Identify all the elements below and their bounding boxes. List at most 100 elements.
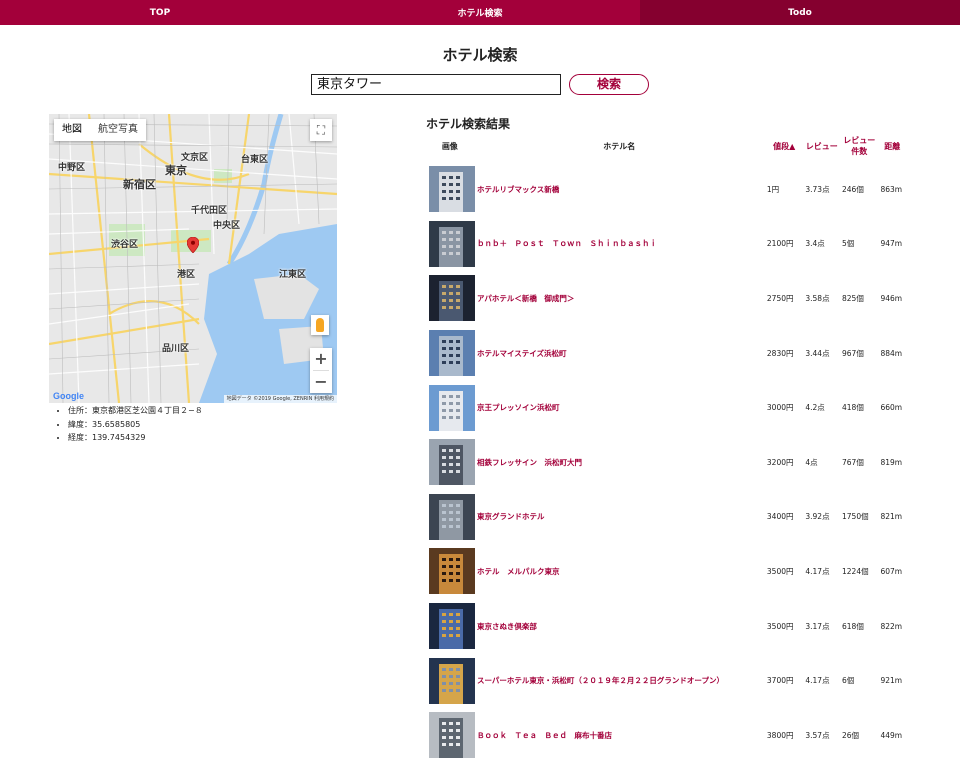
- hotel-name-link[interactable]: ｂｎｂ＋ Ｐｏｓｔ Ｔｏｗｎ Ｓｈｉｎｂａｓｈｉ: [475, 238, 765, 249]
- table-row: スーパーホテル東京・浜松町（２０１９年２月２２日グランドオープン） 3700円 4.…: [426, 653, 906, 708]
- table-header: 画像 ホテル名 値段▲ レビュー レビュー 件数 距離: [426, 130, 906, 162]
- hotel-review-count: 1224個: [842, 566, 869, 576]
- fullscreen-icon[interactable]: ⛶: [310, 119, 332, 141]
- hotel-name-link[interactable]: アパホテル＜新橋 御成門＞: [475, 293, 765, 304]
- hotel-name-cell: 京王プレッソイン浜松町: [475, 402, 765, 413]
- hotel-thumbnail[interactable]: [429, 166, 475, 213]
- hotel-review: 4.17点: [805, 676, 830, 686]
- map-label: 千代田区: [191, 206, 228, 216]
- hotel-name-cell: ホテルマイステイズ浜松町: [475, 348, 765, 359]
- hotel-thumbnail-cell: [426, 275, 475, 322]
- header-image: 画像: [441, 141, 458, 151]
- hotel-name-link[interactable]: 東京グランドホテル: [475, 511, 765, 522]
- hotel-thumbnail[interactable]: [429, 330, 475, 377]
- map-pin-icon[interactable]: [187, 237, 199, 253]
- hotel-review: 4点: [805, 457, 818, 467]
- zoom-out-button[interactable]: −: [310, 371, 332, 393]
- hotel-thumbnail[interactable]: [429, 548, 475, 595]
- results-table: 画像 ホテル名 値段▲ レビュー レビュー 件数 距離 ホテルリブマックス新橋 1…: [426, 130, 906, 763]
- hotel-review: 3.58点: [805, 293, 830, 303]
- hotel-thumbnail[interactable]: [429, 220, 475, 267]
- map-label: 渋谷区: [111, 240, 139, 250]
- top-navigation: TOP ホテル検索 Todo: [0, 0, 960, 25]
- hotel-name-link[interactable]: 京王プレッソイン浜松町: [475, 402, 765, 413]
- hotel-distance: 819m: [880, 457, 903, 467]
- map-label: 中央区: [213, 221, 241, 231]
- zoom-control: + −: [310, 348, 332, 393]
- map-label: 港区: [177, 270, 196, 280]
- google-logo: Google: [53, 391, 84, 401]
- hotel-thumbnail[interactable]: [429, 712, 475, 759]
- map-label: 江東区: [279, 270, 307, 280]
- nav-hotel-search[interactable]: ホテル検索: [320, 0, 640, 25]
- hotel-review-count: 5個: [842, 239, 855, 249]
- hotel-price: 1円: [766, 184, 780, 194]
- hotel-review-count: 26個: [842, 730, 860, 740]
- hotel-price: 3200円: [766, 457, 794, 467]
- hotel-review-count: 6個: [842, 676, 855, 686]
- hotel-name-cell: ｂｎｂ＋ Ｐｏｓｔ Ｔｏｗｎ Ｓｈｉｎｂａｓｈｉ: [475, 238, 765, 249]
- hotel-name-link[interactable]: スーパーホテル東京・浜松町（２０１９年２月２２日グランドオープン）: [475, 675, 765, 686]
- hotel-thumbnail-cell: [426, 220, 475, 267]
- nav-top[interactable]: TOP: [0, 0, 320, 25]
- hotel-review: 3.44点: [805, 348, 830, 358]
- hotel-review-count: 246個: [842, 184, 864, 194]
- hotel-name-link[interactable]: ホテルリブマックス新橋: [475, 184, 765, 195]
- table-row: 相鉄フレッサイン 浜松町大門 3200円 4点 767個 819m: [426, 435, 906, 490]
- hotel-review: 4.17点: [805, 566, 830, 576]
- map-type-satellite-button[interactable]: 航空写真: [90, 119, 146, 141]
- hotel-review: 3.73点: [805, 184, 830, 194]
- hotel-thumbnail[interactable]: [429, 603, 475, 650]
- hotel-thumbnail-cell: [426, 166, 475, 213]
- table-row: 東京グランドホテル 3400円 3.92点 1750個 821m: [426, 490, 906, 545]
- map-label: 品川区: [162, 344, 190, 354]
- hotel-thumbnail[interactable]: [429, 384, 475, 431]
- header-review-count-line1: レビュー: [843, 136, 876, 145]
- map-type-map-button[interactable]: 地図: [54, 119, 90, 141]
- hotel-name-cell: Ｂｏｏｋ Ｔｅａ Ｂｅｄ 麻布十番店: [475, 730, 765, 741]
- search-button[interactable]: 検索: [569, 74, 649, 95]
- hotel-thumbnail-cell: [426, 603, 475, 650]
- hotel-review-count: 618個: [842, 621, 864, 631]
- pegman-icon[interactable]: [311, 315, 329, 335]
- table-body: ホテルリブマックス新橋 1円 3.73点 246個 863m ｂｎｂ＋ Ｐｏｓｔ Ｔｏｗｎ…: [426, 162, 906, 763]
- hotel-price: 3500円: [766, 566, 794, 576]
- hotel-thumbnail[interactable]: [429, 439, 475, 486]
- map-label: 新宿区: [123, 178, 156, 191]
- hotel-name-cell: ホテルリブマックス新橋: [475, 184, 765, 195]
- header-distance-sort[interactable]: 距離: [879, 141, 906, 152]
- hotel-review-count: 767個: [842, 457, 864, 467]
- hotel-name-link[interactable]: ホテル メルパルク東京: [475, 566, 765, 577]
- longitude-text: 経度：139.7454329: [68, 431, 203, 445]
- table-row: ホテルマイステイズ浜松町 2830円 3.44点 967個 884m: [426, 326, 906, 381]
- hotel-thumbnail[interactable]: [429, 657, 475, 704]
- table-row: アパホテル＜新橋 御成門＞ 2750円 3.58点 825個 946m: [426, 271, 906, 326]
- hotel-name-link[interactable]: 相鉄フレッサイン 浜松町大門: [475, 457, 765, 468]
- hotel-review: 3.92点: [805, 512, 830, 522]
- hotel-name-link[interactable]: 東京さぬき倶楽部: [475, 621, 765, 632]
- search-input[interactable]: 東京タワー: [311, 74, 561, 95]
- hotel-name-cell: スーパーホテル東京・浜松町（２０１９年２月２２日グランドオープン）: [475, 675, 765, 686]
- hotel-thumbnail-cell: [426, 657, 475, 704]
- hotel-thumbnail-cell: [426, 330, 475, 377]
- hotel-distance: 607m: [880, 566, 903, 576]
- header-review-count-sort[interactable]: レビュー 件数: [840, 135, 878, 157]
- header-review-sort[interactable]: レビュー: [803, 141, 840, 152]
- zoom-in-button[interactable]: +: [310, 348, 332, 370]
- hotel-thumbnail[interactable]: [429, 493, 475, 540]
- map-attribution[interactable]: 地図データ ©2019 Google, ZENRIN 利用規約: [223, 395, 337, 403]
- hotel-review: 4.2点: [805, 403, 825, 413]
- hotel-price: 3800円: [766, 730, 794, 740]
- hotel-thumbnail-cell: [426, 493, 475, 540]
- map[interactable]: 文京区 中野区 台東区 新宿区 東京 千代田区 中央区 渋谷区 港区 江東区 品…: [49, 114, 337, 403]
- hotel-review: 3.17点: [805, 621, 830, 631]
- hotel-name-link[interactable]: ホテルマイステイズ浜松町: [475, 348, 765, 359]
- hotel-distance: 884m: [880, 348, 903, 358]
- hotel-thumbnail-cell: [426, 548, 475, 595]
- hotel-thumbnail[interactable]: [429, 275, 475, 322]
- hotel-price: 3000円: [766, 403, 794, 413]
- nav-todo[interactable]: Todo: [640, 0, 960, 25]
- hotel-name-link[interactable]: Ｂｏｏｋ Ｔｅａ Ｂｅｄ 麻布十番店: [475, 730, 765, 741]
- header-price-sort[interactable]: 値段▲: [765, 141, 803, 152]
- map-label: 台東区: [241, 155, 269, 165]
